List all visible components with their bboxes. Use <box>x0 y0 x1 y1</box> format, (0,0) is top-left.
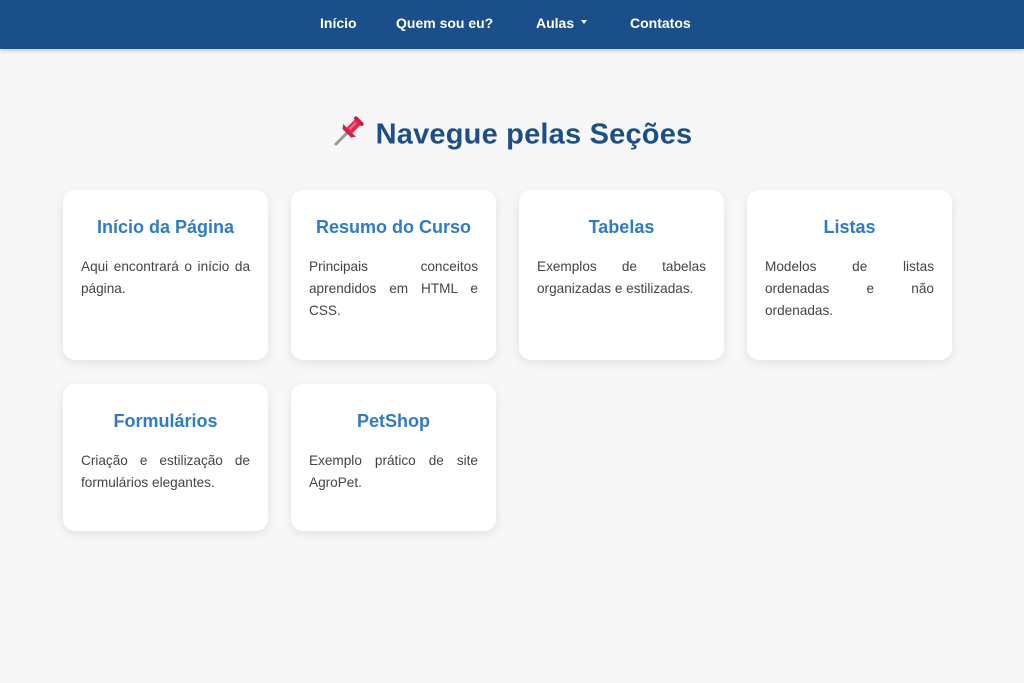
card-title: Início da Página <box>96 217 235 237</box>
card-title: Listas <box>823 217 876 237</box>
top-navbar: Início Quem sou eu? Aulas Contatos <box>0 0 1024 49</box>
card-description: Exemplo prático de site AgroPet. <box>309 453 478 490</box>
card-description: Exemplos de tabelas organizadas e estili… <box>537 259 706 296</box>
card-inicio-da-pagina[interactable]: Início da Página Aqui encontrará o iníci… <box>63 190 268 360</box>
nav-link-inicio[interactable]: Início <box>320 15 357 32</box>
card-description: Modelos de listas ordenadas e não ordena… <box>765 259 934 318</box>
caret-down-icon <box>581 20 588 25</box>
card-description: Aqui encontrará o início da página. <box>81 259 250 296</box>
card-title: Formulários <box>113 411 218 431</box>
section-heading: Navegue pelas Seções <box>0 116 1024 152</box>
nav-dropdown-aulas-label: Aulas <box>536 15 575 31</box>
card-formularios[interactable]: Formulários Criação e estilização de for… <box>63 384 268 531</box>
nav-dropdown-aulas[interactable]: Aulas <box>536 15 588 32</box>
card-listas[interactable]: Listas Modelos de listas ordenadas e não… <box>747 190 952 360</box>
card-petshop[interactable]: PetShop Exemplo prático de site AgroPet. <box>291 384 496 531</box>
nav-link-contatos[interactable]: Contatos <box>630 15 691 32</box>
card-title: Tabelas <box>588 217 655 237</box>
page-title: Navegue pelas Seções <box>375 118 693 151</box>
nav-link-quem-sou-eu[interactable]: Quem sou eu? <box>396 15 493 32</box>
card-title: Resumo do Curso <box>315 217 471 237</box>
pushpin-icon <box>332 114 366 148</box>
card-tabelas[interactable]: Tabelas Exemplos de tabelas organizadas … <box>519 190 724 360</box>
card-description: Principais conceitos aprendidos em HTML … <box>309 259 478 318</box>
card-resumo-do-curso[interactable]: Resumo do Curso Principais conceitos apr… <box>291 190 496 360</box>
card-title: PetShop <box>356 411 430 431</box>
card-description: Criação e estilização de formulários ele… <box>81 453 250 490</box>
